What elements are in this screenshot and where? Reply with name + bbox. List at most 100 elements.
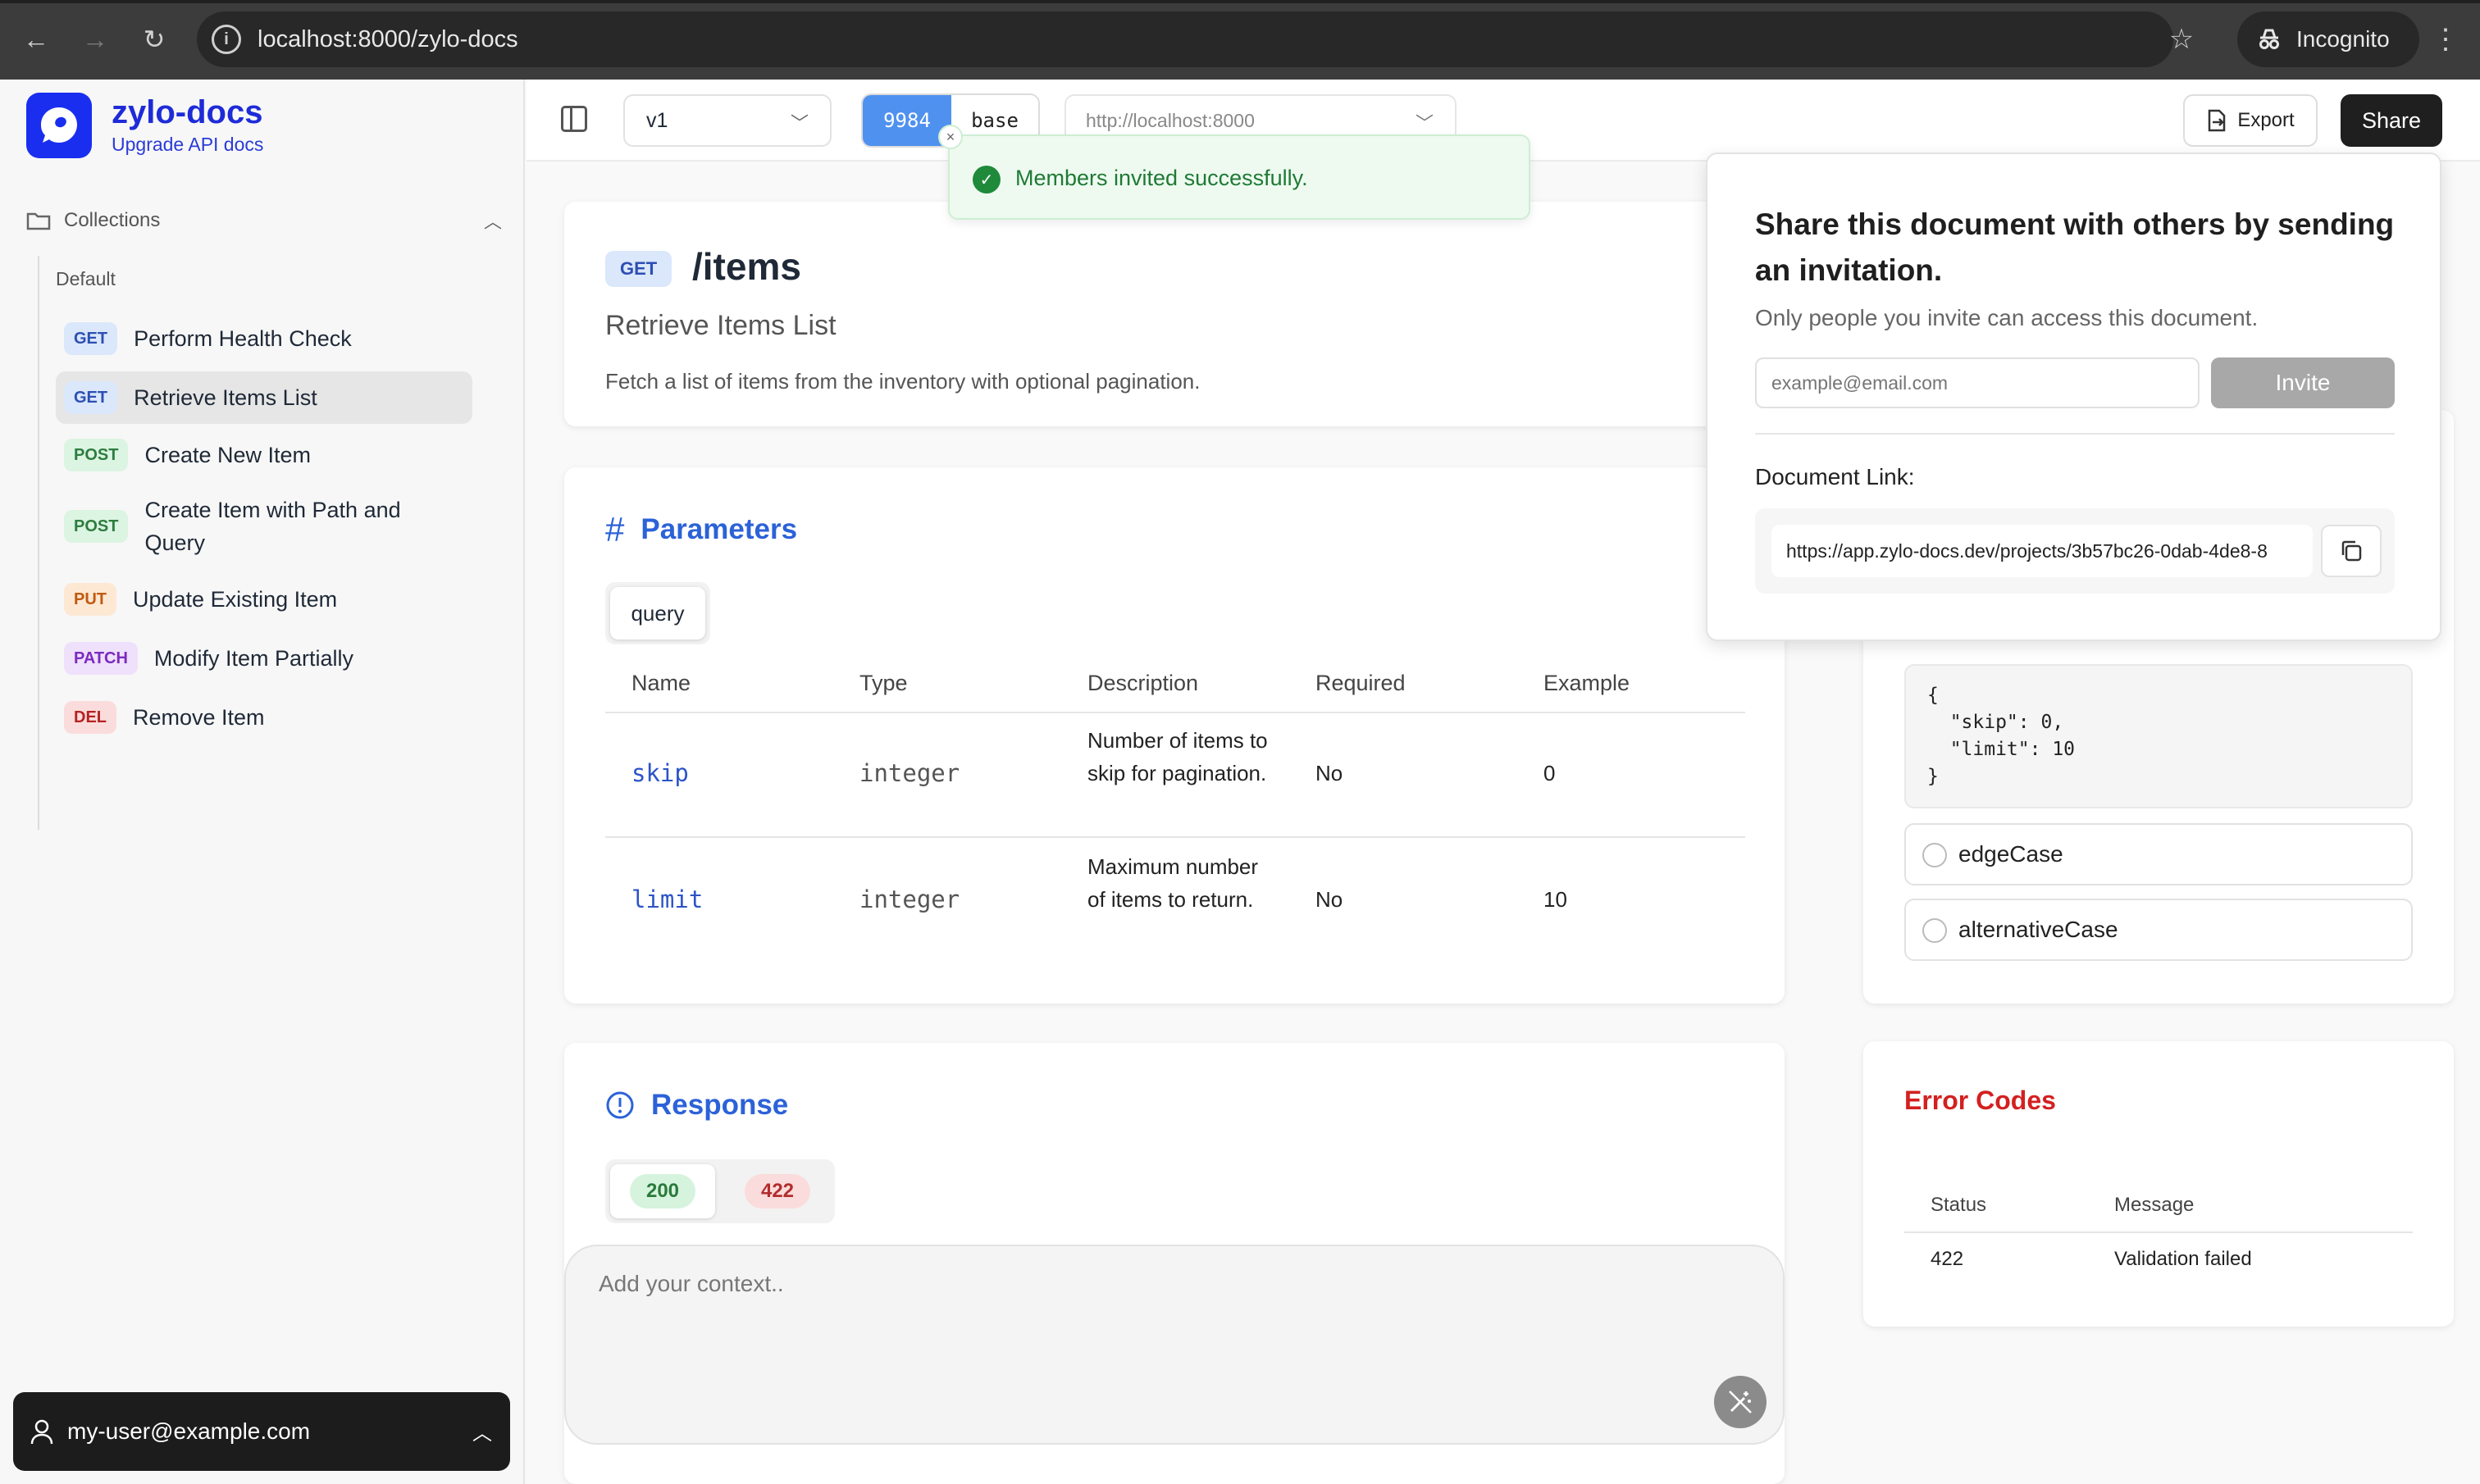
wand-icon	[1729, 1391, 1752, 1413]
version-value: v1	[646, 108, 668, 132]
divider	[605, 712, 1745, 713]
logo-icon	[41, 107, 77, 143]
close-icon[interactable]: ×	[938, 125, 963, 149]
case-option-alternativecase[interactable]: alternativeCase	[1904, 899, 2413, 961]
alert-circle-icon	[606, 1091, 634, 1119]
param-name: limit	[631, 885, 704, 913]
context-input[interactable]: Add your context..	[564, 1245, 1785, 1445]
column-header: Description	[1087, 671, 1199, 695]
share-popover: Share this document with others by sendi…	[1706, 152, 2441, 641]
browser-menu-icon[interactable]: ⋮	[2424, 18, 2467, 61]
copy-link-button[interactable]	[2321, 525, 2382, 577]
endpoint-description: Fetch a list of items from the inventory…	[605, 369, 1201, 394]
tab-query[interactable]: query	[610, 587, 705, 640]
invite-email-input[interactable]	[1755, 357, 2200, 408]
brand-subtitle[interactable]: Upgrade API docs	[112, 134, 263, 156]
folder-icon	[26, 212, 51, 230]
param-description: Number of items to skip for pagination.	[1087, 728, 1268, 785]
user-menu-button[interactable]: my-user@example.com ︿	[13, 1392, 510, 1471]
tab-status-200[interactable]: 200	[610, 1164, 715, 1218]
chevron-down-icon: ﹀	[790, 113, 809, 134]
incognito-icon	[2259, 29, 2279, 49]
method-badge: PUT	[64, 583, 116, 616]
collections-label: Collections	[64, 209, 161, 231]
back-icon[interactable]: ←	[15, 18, 57, 61]
status-badge: 200	[629, 1174, 696, 1209]
endpoint-summary: Retrieve Items List	[605, 310, 837, 341]
column-header: Type	[859, 671, 908, 695]
version-select[interactable]: v1 ﹀	[623, 94, 832, 147]
magic-wand-icon[interactable]	[1714, 1376, 1767, 1428]
sidebar-item-create-item-path-query[interactable]: POST Create Item with Path and Query	[56, 489, 472, 563]
bookmark-star-icon[interactable]: ☆	[2160, 18, 2203, 61]
base-url-value: http://localhost:8000	[1086, 109, 1255, 131]
sidebar-item-retrieve-items-list[interactable]: GET Retrieve Items List	[56, 371, 472, 424]
param-name: skip	[631, 759, 689, 787]
export-icon	[2209, 109, 2226, 132]
sidebar-item-label: Update Existing Item	[133, 586, 338, 612]
param-tabs: query	[605, 582, 710, 644]
share-button[interactable]: Share	[2341, 94, 2442, 147]
chevron-up-icon[interactable]: ︿	[484, 207, 502, 234]
group-label: Default	[56, 268, 116, 289]
method-badge: GET	[605, 251, 672, 287]
user-icon	[30, 1419, 53, 1445]
status-badge: 422	[744, 1174, 811, 1209]
column-header: Example	[1543, 671, 1630, 695]
radio-icon[interactable]	[1922, 918, 1947, 943]
endpoint-path: /items	[692, 245, 801, 288]
sidebar-item-label: Create New Item	[144, 442, 312, 467]
param-type: integer	[859, 759, 960, 787]
parameters-title: Parameters	[641, 513, 798, 545]
case-label: edgeCase	[1958, 841, 2063, 867]
case-option-edgecase[interactable]: edgeCase	[1904, 823, 2413, 885]
parameters-heading: # Parameters	[605, 510, 797, 549]
sidebar-item-remove-item[interactable]: DEL Remove Item	[56, 693, 472, 742]
response-heading: Response	[605, 1089, 788, 1122]
error-message: Validation failed	[2114, 1248, 2252, 1270]
copy-icon	[2341, 540, 2362, 562]
tab-status-422[interactable]: 422	[725, 1164, 830, 1218]
sidebar-item-label: Retrieve Items List	[134, 385, 317, 410]
method-badge: POST	[64, 439, 129, 471]
app-logo	[26, 93, 92, 158]
share-label: Share	[2361, 107, 2422, 133]
param-example: 0	[1543, 761, 1556, 785]
sidebar-toggle-icon[interactable]	[561, 106, 587, 132]
forward-icon[interactable]: →	[74, 18, 116, 61]
document-link-label: Document Link:	[1755, 464, 1915, 489]
sidebar-item-perform-health-check[interactable]: GET Perform Health Check	[56, 314, 472, 363]
error-codes-card: Error Codes Status Message 422 Validatio…	[1863, 1041, 2454, 1327]
error-status: 422	[1931, 1248, 1964, 1270]
sidebar-item-modify-item-partially[interactable]: PATCH Modify Item Partially	[56, 634, 472, 683]
hash-icon: #	[605, 510, 625, 549]
document-link-field[interactable]: https://app.zylo-docs.dev/projects/3b57b…	[1771, 525, 2313, 577]
response-title: Response	[651, 1089, 789, 1121]
reload-icon[interactable]: ↻	[133, 18, 176, 61]
success-toast: × ✓ Members invited successfully.	[938, 125, 1530, 220]
param-type: integer	[859, 885, 960, 913]
column-header: Name	[631, 671, 691, 695]
column-header: Required	[1315, 671, 1406, 695]
invite-button[interactable]: Invite	[2211, 357, 2395, 408]
radio-icon[interactable]	[1922, 843, 1947, 867]
sidebar-item-update-existing-item[interactable]: PUT Update Existing Item	[56, 575, 472, 624]
incognito-badge[interactable]: Incognito	[2237, 11, 2419, 67]
context-placeholder: Add your context..	[599, 1271, 784, 1296]
sidebar-item-label: Remove Item	[133, 704, 265, 730]
collections-header[interactable]: Collections ︿	[26, 204, 502, 237]
response-tabs: 200 422	[605, 1159, 835, 1223]
sidebar-item-create-new-item[interactable]: POST Create New Item	[56, 430, 472, 480]
endpoint-header-card: GET /items Retrieve Items List Fetch a l…	[564, 202, 1785, 426]
sidebar-item-label: Create Item with Path and Query	[144, 498, 401, 555]
export-label: Export	[2237, 109, 2295, 131]
site-info-icon[interactable]: i	[212, 25, 241, 54]
method-badge: PATCH	[64, 642, 138, 675]
address-bar[interactable]: i localhost:8000/zylo-docs	[197, 11, 2173, 67]
share-subtitle: Only people you invite can access this d…	[1755, 305, 2259, 330]
parameters-card: # Parameters query Name Type Description…	[564, 467, 1785, 1004]
incognito-label: Incognito	[2296, 26, 2390, 52]
method-badge: POST	[64, 510, 129, 543]
divider	[1904, 1231, 2413, 1233]
export-button[interactable]: Export	[2183, 94, 2318, 147]
